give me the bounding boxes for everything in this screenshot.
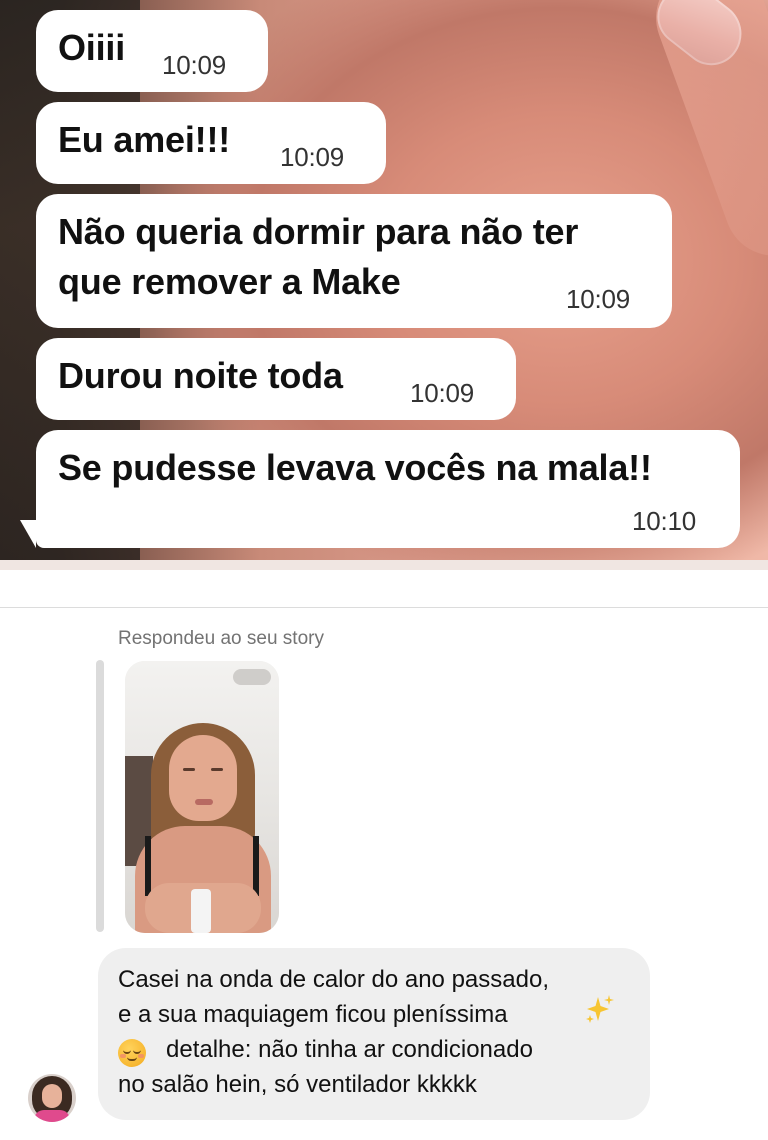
avatar-face bbox=[42, 1084, 62, 1108]
story-ceiling-light bbox=[233, 669, 271, 685]
message-text-line-2: que remover a Make bbox=[58, 261, 401, 302]
reply-indicator-bar bbox=[96, 660, 104, 932]
avatar[interactable] bbox=[28, 1074, 76, 1122]
story-eye bbox=[183, 768, 195, 771]
story-reply-label: Respondeu ao seu story bbox=[118, 628, 324, 649]
dm-message-line-2: e a sua maquiagem ficou pleníssima bbox=[118, 1001, 508, 1028]
emoji-cheek bbox=[138, 1054, 144, 1058]
story-strap bbox=[145, 836, 151, 896]
instagram-dm-reply: Respondeu ao seu story Casei na onda de … bbox=[0, 608, 768, 1140]
message-text-line-1: Não queria dormir para não ter bbox=[58, 211, 579, 252]
story-product bbox=[191, 889, 211, 933]
whatsapp-chat-screenshot: Oiiii 10:09 Eu amei!!! 10:09 Não queria … bbox=[0, 0, 768, 570]
message-bubble: Eu amei!!! 10:09 bbox=[36, 102, 386, 184]
message-bubble: Não queria dormir para não ter que remov… bbox=[36, 194, 672, 328]
dm-message-bubble[interactable]: Casei na onda de calor do ano passado, e… bbox=[98, 948, 650, 1120]
message-text: Se pudesse levava vocês na mala!! bbox=[58, 447, 652, 488]
story-thumbnail[interactable] bbox=[125, 661, 279, 933]
dm-message-line-1: Casei na onda de calor do ano passado, bbox=[118, 966, 549, 993]
message-text: Durou noite toda bbox=[58, 355, 343, 396]
message-time: 10:09 bbox=[566, 284, 631, 314]
screenshot-edge bbox=[0, 560, 768, 570]
message-time: 10:10 bbox=[632, 506, 697, 536]
message-time: 10:09 bbox=[280, 142, 345, 172]
message-time: 10:09 bbox=[410, 378, 475, 408]
emoji-cheek bbox=[120, 1054, 126, 1058]
story-strap bbox=[253, 836, 259, 896]
sparkles-icon bbox=[586, 995, 614, 1023]
avatar-clothing bbox=[34, 1110, 70, 1122]
message-bubble: Oiiii 10:09 bbox=[36, 10, 268, 92]
dm-message-line-3: detalhe: não tinha ar condicionado bbox=[166, 1036, 533, 1063]
message-text: Oiiii bbox=[58, 27, 126, 68]
story-mouth bbox=[195, 799, 213, 805]
story-person-face bbox=[169, 735, 237, 821]
message-time: 10:09 bbox=[162, 50, 227, 80]
story-eye bbox=[211, 768, 223, 771]
emoji-mouth bbox=[127, 1057, 137, 1061]
dm-message-line-4: no salão hein, só ventilador kkkkk bbox=[118, 1071, 477, 1098]
message-bubble: Se pudesse levava vocês na mala!! 10:10 bbox=[36, 430, 740, 548]
relieved-face-icon bbox=[118, 1039, 146, 1067]
bubble-tail bbox=[20, 520, 36, 548]
message-bubble: Durou noite toda 10:09 bbox=[36, 338, 516, 420]
message-text: Eu amei!!! bbox=[58, 119, 231, 160]
